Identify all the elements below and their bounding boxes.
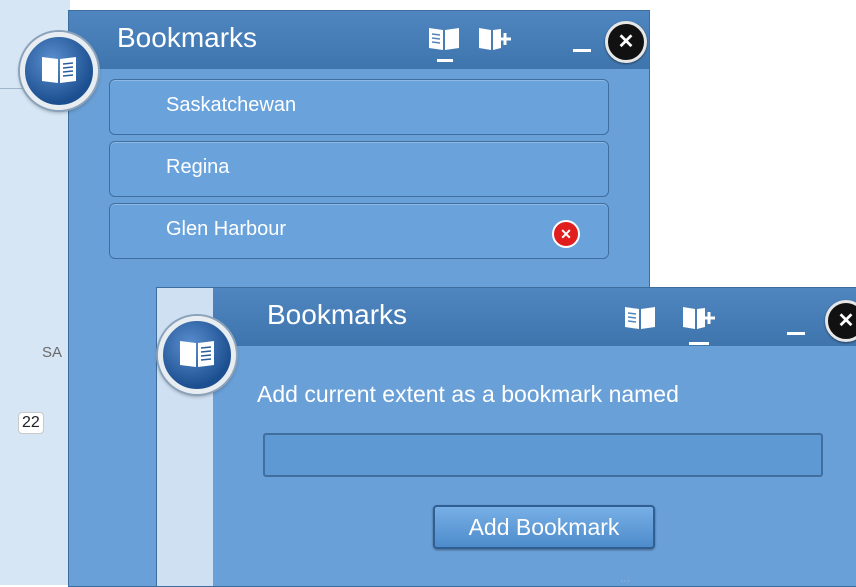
widget-header: Bookmarks ✕ <box>213 288 856 346</box>
bookmark-item[interactable]: Glen Harbour ✕ <box>109 203 609 259</box>
map-scale-badge: 22 <box>18 412 44 434</box>
add-bookmark-button[interactable]: Add Bookmark <box>433 505 655 549</box>
bookmark-name-input[interactable] <box>263 433 823 477</box>
bookmark-list-icon[interactable] <box>427 25 461 55</box>
map-place-label: SA <box>42 344 63 361</box>
minimize-button[interactable] <box>787 332 805 335</box>
bookmark-item-label: Regina <box>166 156 230 178</box>
bookmark-list-icon[interactable] <box>623 304 657 334</box>
bookmark-item[interactable]: Regina <box>109 141 609 197</box>
resize-handle[interactable]: ⋯ <box>620 576 630 587</box>
add-bookmark-widget: Bookmarks ✕ Add current extent as a book… <box>156 287 856 587</box>
add-bookmark-icon[interactable] <box>477 25 511 55</box>
widget-title: Bookmarks <box>267 299 408 330</box>
active-tab-indicator <box>689 342 709 345</box>
widget-header: Bookmarks ✕ <box>69 11 649 69</box>
close-button[interactable]: ✕ <box>605 21 647 63</box>
add-bookmark-prompt: Add current extent as a bookmark named <box>257 381 679 407</box>
delete-bookmark-icon[interactable]: ✕ <box>552 220 580 248</box>
bookmarks-logo-icon <box>158 316 236 394</box>
close-button[interactable]: ✕ <box>825 300 856 342</box>
widget-title: Bookmarks <box>117 22 258 53</box>
active-tab-indicator <box>437 59 453 62</box>
bookmark-item-label: Saskatchewan <box>166 94 297 116</box>
add-bookmark-icon[interactable] <box>681 304 715 334</box>
bookmarks-logo-icon <box>20 32 98 110</box>
bookmark-item-label: Glen Harbour <box>166 218 287 240</box>
bookmark-item[interactable]: Saskatchewan <box>109 79 609 135</box>
minimize-button[interactable] <box>573 49 591 52</box>
